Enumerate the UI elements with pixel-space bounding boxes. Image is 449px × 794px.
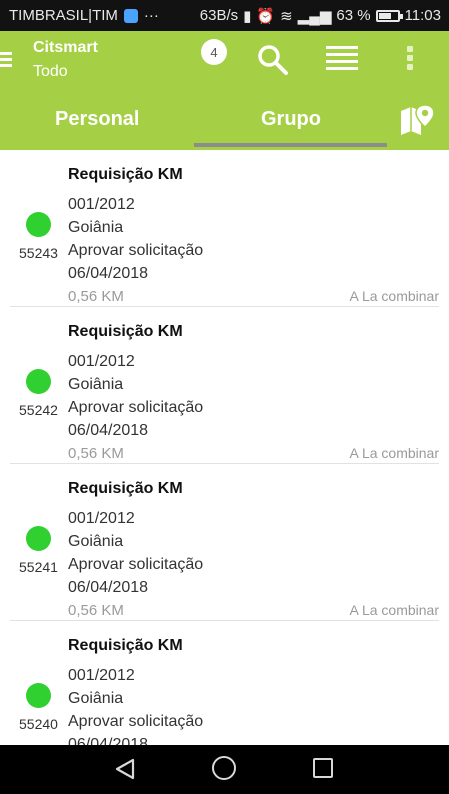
item-date: 06/04/2018 [68, 265, 149, 282]
status-dot-icon [26, 526, 51, 551]
item-date: 06/04/2018 [68, 422, 149, 439]
home-icon[interactable] [212, 756, 236, 780]
item-title: Requisição KM [68, 166, 183, 183]
item-code: 001/2012 [68, 510, 135, 527]
item-title: Requisição KM [68, 480, 183, 497]
item-action: Aprovar solicitação [68, 399, 204, 416]
clock: 11:03 [404, 7, 441, 24]
item-date: 06/04/2018 [68, 579, 149, 596]
alarm-icon: ⏰ [256, 7, 276, 25]
item-id: 55240 [19, 716, 58, 732]
item-id: 55243 [19, 245, 58, 261]
status-dot-icon [26, 212, 51, 237]
item-action: Aprovar solicitação [68, 556, 204, 573]
list-item[interactable]: Requisição KM 001/2012 Goiânia 55241 Apr… [0, 464, 449, 621]
app-title: Citsmart [33, 39, 98, 56]
list-item[interactable]: Requisição KM 001/2012 Goiânia 55240 Apr… [0, 621, 449, 745]
menu-icon[interactable] [0, 52, 12, 68]
item-code: 001/2012 [68, 196, 135, 213]
status-bar: TIMBRASIL|TIM ··· 63B/s ▮ ⏰ ≋ ▂▄▆ 63 % 1… [0, 0, 449, 31]
recent-apps-icon[interactable] [313, 758, 333, 778]
item-action: Aprovar solicitação [68, 242, 204, 259]
app-bar: Citsmart Todo 4 [0, 31, 449, 89]
carrier-label: TIMBRASIL|TIM [9, 7, 118, 24]
map-pin-icon[interactable] [399, 103, 435, 137]
wifi-icon: ≋ [280, 7, 293, 25]
tab-personal[interactable]: Personal [55, 108, 139, 131]
item-date: 06/04/2018 [68, 736, 149, 745]
more-notifications-dots: ··· [143, 7, 159, 24]
item-title: Requisição KM [68, 323, 183, 340]
tab-indicator [194, 143, 387, 147]
notification-badge[interactable]: 4 [201, 39, 227, 65]
item-city: Goiânia [68, 690, 124, 707]
item-code: 001/2012 [68, 353, 135, 370]
item-distance: 0,56 KM [68, 445, 124, 462]
status-dot-icon [26, 369, 51, 394]
battery-icon [375, 9, 403, 22]
list-item[interactable]: Requisição KM 001/2012 Goiânia 55242 Apr… [0, 307, 449, 464]
request-list[interactable]: Requisição KM 001/2012 Goiânia 55243 Apr… [0, 150, 449, 745]
item-id: 55241 [19, 559, 58, 575]
item-city: Goiânia [68, 219, 124, 236]
back-icon[interactable] [113, 757, 137, 781]
tab-grupo[interactable]: Grupo [261, 108, 321, 131]
item-id: 55242 [19, 402, 58, 418]
filter-subtitle[interactable]: Todo [33, 63, 68, 81]
item-distance: 0,56 KM [68, 602, 124, 619]
navigation-bar [0, 745, 449, 794]
list-view-icon[interactable] [326, 46, 358, 72]
list-item[interactable]: Requisição KM 001/2012 Goiânia 55243 Apr… [0, 150, 449, 307]
status-dot-icon [26, 683, 51, 708]
signal-icon: ▂▄▆ [297, 7, 332, 25]
item-title: Requisição KM [68, 637, 183, 654]
shield-icon [123, 8, 138, 23]
network-speed: 63B/s [199, 7, 239, 24]
item-city: Goiânia [68, 533, 124, 550]
item-code: 001/2012 [68, 667, 135, 684]
more-vert-icon[interactable] [405, 46, 415, 74]
item-payment: A La combinar [349, 288, 440, 304]
search-icon[interactable] [255, 42, 291, 78]
item-payment: A La combinar [349, 602, 440, 618]
item-action: Aprovar solicitação [68, 713, 204, 730]
item-payment: A La combinar [349, 445, 440, 461]
item-distance: 0,56 KM [68, 288, 124, 305]
tab-bar: Personal Grupo [0, 89, 449, 150]
item-city: Goiânia [68, 376, 124, 393]
vibrate-icon: ▮ [243, 7, 252, 25]
battery-percent: 63 % [336, 7, 371, 24]
